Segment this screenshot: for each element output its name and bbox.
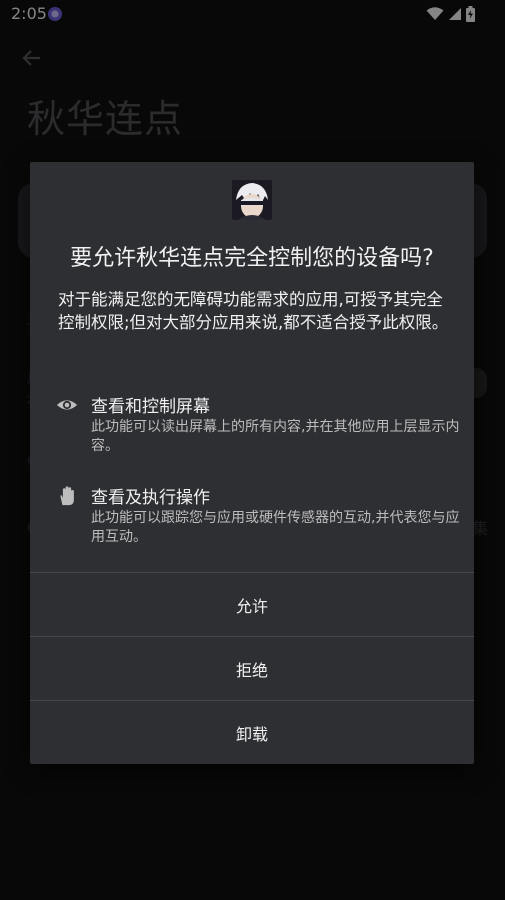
permission-title: 查看及执行操作 — [91, 488, 210, 508]
eye-icon — [56, 400, 78, 410]
permission-description: 此功能可以读出屏幕上的所有内容,并在其他应用上层显示内容。 — [91, 419, 460, 454]
dialog-title: 要允许秋华连点完全控制您的设备吗? — [70, 246, 434, 271]
hand-icon — [60, 486, 74, 506]
app-avatar-image — [232, 180, 272, 220]
allow-button[interactable]: 允许 — [30, 573, 474, 636]
uninstall-button[interactable]: 卸载 — [30, 701, 474, 764]
permission-item: 查看和控制屏幕 此功能可以读出屏幕上的所有内容,并在其他应用上层显示内容。 — [56, 392, 466, 462]
dialog-description: 对于能满足您的无障碍功能需求的应用,可授予其完全控制权限;但对大部分应用来说,都… — [58, 290, 449, 332]
deny-button[interactable]: 拒绝 — [30, 637, 474, 700]
permission-description: 此功能可以跟踪您与应用或硬件传感器的互动,并代表您与应用互动。 — [91, 510, 460, 545]
accessibility-permission-dialog: 要允许秋华连点完全控制您的设备吗? 对于能满足您的无障碍功能需求的应用,可授予其… — [30, 162, 474, 764]
app-avatar — [232, 180, 272, 220]
permission-item: 查看及执行操作 此功能可以跟踪您与应用或硬件传感器的互动,并代表您与应用互动。 — [56, 483, 466, 553]
permission-title: 查看和控制屏幕 — [91, 397, 210, 417]
